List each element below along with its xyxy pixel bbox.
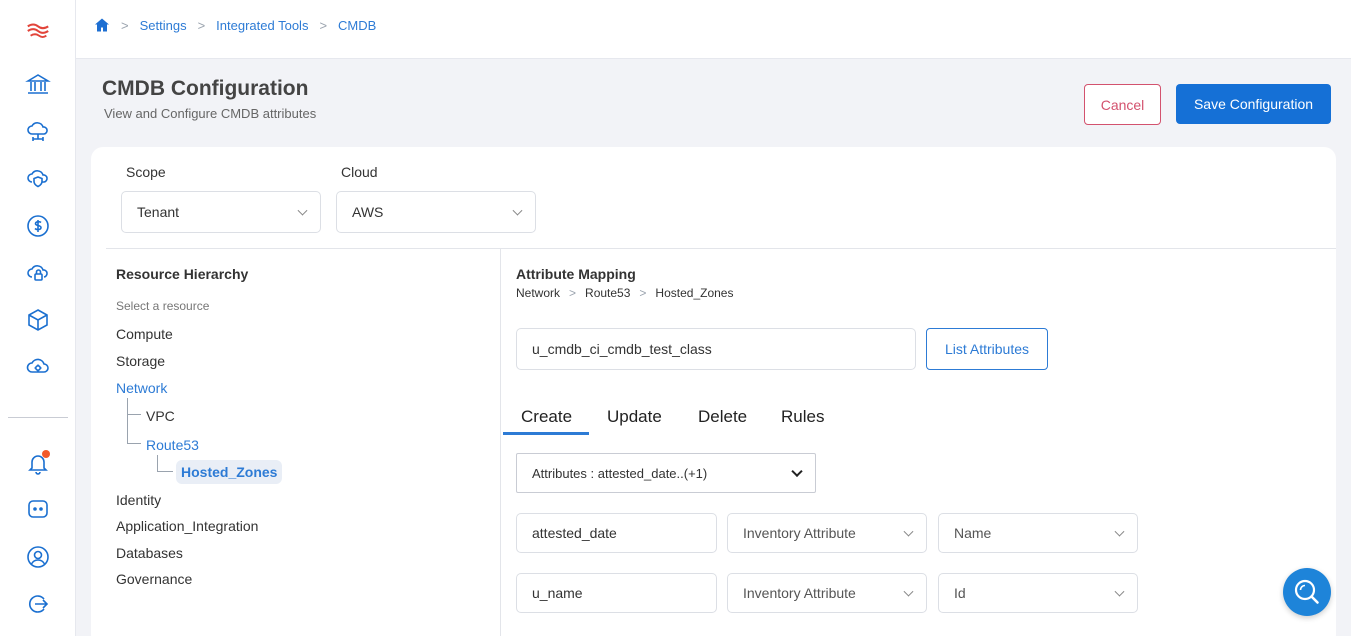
mapping-target-select[interactable]: Name [938, 513, 1138, 553]
user-icon[interactable] [24, 543, 52, 571]
tree-item-application-integration[interactable]: Application_Integration [116, 518, 258, 534]
dollar-icon[interactable] [24, 212, 52, 240]
tree-connector [157, 471, 173, 472]
cube-icon[interactable] [24, 306, 52, 334]
breadcrumb-separator-icon: > [319, 17, 328, 33]
mapping-field-value: u_name [532, 585, 583, 601]
sidebar-divider [8, 417, 68, 418]
attribute-mapping-title: Attribute Mapping [516, 266, 636, 282]
chevron-down-icon [297, 205, 308, 216]
breadcrumb: > Settings > Integrated Tools > CMDB [94, 17, 376, 33]
resource-hierarchy-hint: Select a resource [116, 299, 210, 313]
section-divider [106, 248, 1336, 249]
home-icon[interactable] [94, 17, 110, 33]
mapping-field-input[interactable]: attested_date [516, 513, 717, 553]
mapping-source-value: Inventory Attribute [743, 585, 856, 601]
chevron-right-icon: > [569, 286, 577, 300]
chevron-down-icon [512, 205, 523, 216]
scope-select[interactable]: Tenant [121, 191, 321, 233]
chat-icon[interactable] [24, 496, 52, 524]
tree-item-identity[interactable]: Identity [116, 492, 161, 508]
cloud-shield-icon[interactable] [24, 165, 52, 193]
breadcrumb-separator-icon: > [121, 17, 129, 33]
chevron-down-icon [1114, 586, 1125, 597]
breadcrumb-settings[interactable]: Settings [140, 18, 187, 33]
mapping-source-value: Inventory Attribute [743, 525, 856, 541]
search-icon [1294, 579, 1319, 604]
bank-icon[interactable] [24, 71, 52, 99]
search-fab-button[interactable] [1283, 568, 1331, 616]
breadcrumb-integrated-tools[interactable]: Integrated Tools [216, 18, 308, 33]
mapping-source-select[interactable]: Inventory Attribute [727, 513, 927, 553]
tree-item-compute[interactable]: Compute [116, 326, 173, 342]
chevron-down-icon [903, 526, 914, 537]
tree-item-vpc[interactable]: VPC [146, 408, 175, 424]
cmdb-class-input[interactable] [516, 328, 916, 370]
mapping-path: Network > Route53 > Hosted_Zones [516, 286, 733, 300]
cloud-label: Cloud [341, 164, 378, 180]
mapping-target-value: Name [954, 525, 992, 541]
mapping-target-select[interactable]: Id [938, 573, 1138, 613]
cloud-select[interactable]: AWS [336, 191, 536, 233]
attributes-select-value: Attributes : attested_date..(+1) [532, 465, 708, 481]
mapping-field-value: attested_date [532, 525, 617, 541]
tree-item-databases[interactable]: Databases [116, 545, 183, 561]
tree-connector [127, 398, 128, 444]
tree-item-route53[interactable]: Route53 [146, 437, 199, 453]
top-bar: > Settings > Integrated Tools > CMDB [76, 0, 1351, 59]
chevron-down-icon [791, 465, 803, 478]
sidebar [0, 0, 76, 636]
cloud-network-icon[interactable] [24, 118, 52, 146]
page-subtitle: View and Configure CMDB attributes [104, 106, 317, 121]
tree-item-storage[interactable]: Storage [116, 353, 165, 369]
active-tab-indicator [503, 432, 589, 435]
scope-label: Scope [126, 164, 166, 180]
panel-divider [500, 249, 501, 636]
mapping-target-value: Id [954, 585, 966, 601]
breadcrumb-cmdb[interactable]: CMDB [338, 18, 376, 33]
tab-update[interactable]: Update [607, 407, 662, 427]
chevron-down-icon [903, 586, 914, 597]
tab-delete[interactable]: Delete [698, 407, 747, 427]
tree-connector [157, 455, 158, 472]
cloud-value: AWS [352, 204, 384, 220]
tree-item-network[interactable]: Network [116, 380, 167, 396]
chevron-right-icon: > [639, 286, 647, 300]
notification-dot [42, 450, 50, 458]
tab-rules[interactable]: Rules [781, 407, 824, 427]
scope-value: Tenant [137, 204, 180, 220]
breadcrumb-separator-icon: > [197, 17, 206, 33]
attributes-select[interactable]: Attributes : attested_date..(+1) [516, 453, 816, 493]
tree-connector [127, 443, 141, 444]
logo-icon[interactable] [24, 17, 52, 45]
tree-connector [127, 414, 141, 415]
cloud-lock-icon[interactable] [24, 259, 52, 287]
save-configuration-button[interactable]: Save Configuration [1176, 84, 1331, 124]
cancel-button[interactable]: Cancel [1084, 84, 1161, 125]
mapping-path-hosted-zones: Hosted_Zones [655, 286, 734, 300]
cloud-gear-icon[interactable] [24, 353, 52, 381]
tree-item-governance[interactable]: Governance [116, 571, 192, 587]
tab-create[interactable]: Create [521, 407, 572, 427]
resource-hierarchy-title: Resource Hierarchy [116, 266, 249, 282]
chevron-down-icon [1114, 526, 1125, 537]
mapping-field-input[interactable]: u_name [516, 573, 717, 613]
logout-icon[interactable] [24, 590, 52, 618]
page-title: CMDB Configuration [102, 77, 309, 100]
mapping-path-route53: Route53 [585, 286, 631, 300]
bell-icon[interactable] [24, 449, 52, 477]
tree-item-hosted-zones[interactable]: Hosted_Zones [176, 460, 283, 484]
mapping-source-select[interactable]: Inventory Attribute [727, 573, 927, 613]
mapping-path-network: Network [516, 286, 561, 300]
list-attributes-button[interactable]: List Attributes [926, 328, 1048, 370]
